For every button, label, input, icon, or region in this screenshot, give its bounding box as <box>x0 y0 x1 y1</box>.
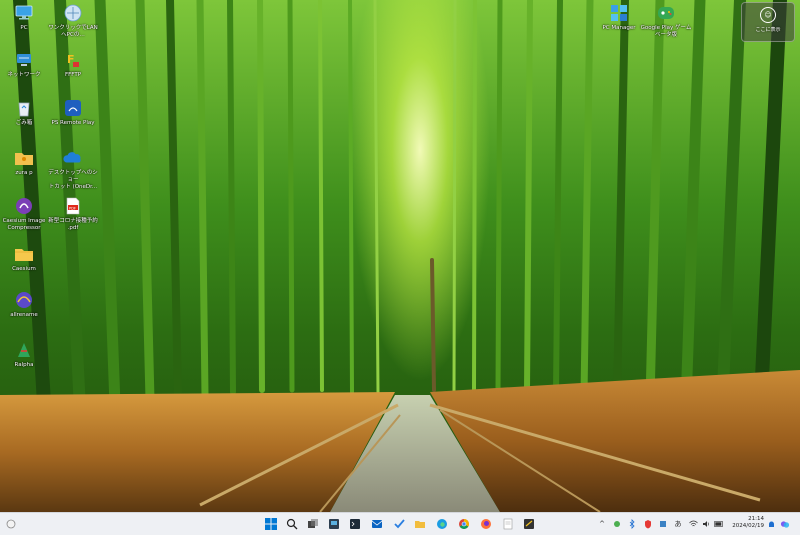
person-circle-icon: ☺ <box>760 7 776 23</box>
desktop-icon-lan-shortcut[interactable]: ワンクリックでLAN へPCの… <box>47 3 99 39</box>
widget-label: ここに表示 <box>755 27 781 33</box>
remote-play-icon <box>63 98 83 118</box>
desktop-icon-label: PC <box>20 25 28 31</box>
clock[interactable]: 21:14 2024/02/19 <box>728 516 764 530</box>
edge-icon[interactable] <box>434 516 450 532</box>
file-explorer-icon[interactable] <box>412 516 428 532</box>
network-icon <box>14 50 34 70</box>
desktop-app-icon[interactable] <box>326 516 342 532</box>
desktop-icon-ralpha[interactable]: Ralpha <box>0 340 50 369</box>
notepad-icon[interactable] <box>500 516 516 532</box>
security-icon[interactable] <box>643 518 653 530</box>
desktop-icon-label: 新型コロナ接種予約 .pdf <box>48 218 98 231</box>
start-button[interactable] <box>263 516 279 532</box>
pdf-icon: PDF <box>63 196 83 216</box>
recycle-bin-icon <box>14 98 34 118</box>
todo-icon[interactable] <box>391 516 407 532</box>
wifi-icon[interactable] <box>688 518 698 530</box>
chrome-icon[interactable] <box>456 516 472 532</box>
bamboo-forest-wallpaper <box>0 0 800 512</box>
document-icon <box>63 3 83 23</box>
folder-icon <box>14 244 34 264</box>
desktop-icon-ffftp[interactable]: F FFFTP <box>47 50 99 79</box>
copilot-icon[interactable] <box>780 518 790 530</box>
battery-icon[interactable] <box>714 518 724 530</box>
desktop-icon-label: allrename <box>10 312 38 318</box>
taskbar: ^ あ 21:14 2024/02/19 <box>0 512 800 535</box>
desktop-icon-network[interactable]: ネットワーク <box>0 50 50 79</box>
show-hidden-icons-chevron[interactable]: ^ <box>597 518 607 530</box>
clock-time: 21:14 <box>748 516 764 522</box>
ftp-icon: F <box>63 50 83 70</box>
ralpha-icon <box>14 340 34 360</box>
desktop-icon-label: ワンクリックでLAN へPCの… <box>48 25 98 38</box>
desktop-icon-google-play-games[interactable]: Google Play ゲーム ベータ版 <box>640 3 692 39</box>
desktop-icon-label: ごみ箱 <box>15 120 33 126</box>
desktop-icon-label: Caesium Image Compressor <box>2 218 46 231</box>
desktop-icon-onedrive-shortcut[interactable]: デスクトップへのショー トカット (OneDr... <box>47 148 99 191</box>
firefox-icon[interactable] <box>478 516 494 532</box>
ime-indicator[interactable]: あ <box>673 518 683 530</box>
widget-button[interactable]: ☺ ここに表示 <box>741 2 795 42</box>
clock-date: 2024/02/19 <box>732 523 764 529</box>
weather-widget-icon[interactable] <box>3 516 19 532</box>
tray-app-icon[interactable] <box>612 518 622 530</box>
desktop[interactable]: PC ネットワーク ごみ箱 zura p Caesium Image Compr… <box>0 0 800 512</box>
svg-text:PDF: PDF <box>69 206 76 210</box>
desktop-icon-label: PS Remote Play <box>51 120 95 126</box>
desktop-icon-label: zura p <box>15 170 33 176</box>
pc-manager-icon <box>609 3 629 23</box>
google-play-games-icon <box>656 3 676 23</box>
desktop-icon-zura-p[interactable]: zura p <box>0 148 50 177</box>
desktop-icon-allrename[interactable]: allrename <box>0 290 50 319</box>
tray-app-icon-2[interactable] <box>658 518 668 530</box>
desktop-icon-caesium-compressor[interactable]: Caesium Image Compressor <box>0 196 50 232</box>
desktop-icon-label: Ralpha <box>14 362 34 368</box>
desktop-icon-label: ネットワーク <box>7 72 41 78</box>
pc-icon <box>14 3 34 23</box>
volume-icon[interactable] <box>701 518 711 530</box>
desktop-icon-caesium-folder[interactable]: Caesium <box>0 244 50 273</box>
folder-user-icon <box>14 148 34 168</box>
app-icon[interactable] <box>521 516 537 532</box>
allrename-icon <box>14 290 34 310</box>
outlook-icon[interactable] <box>369 516 385 532</box>
desktop-icon-label: Google Play ゲーム ベータ版 <box>640 25 692 38</box>
terminal-icon[interactable] <box>347 516 363 532</box>
caesium-app-icon <box>14 196 34 216</box>
task-view-icon[interactable] <box>305 516 321 532</box>
desktop-icon-label: デスクトップへのショー トカット (OneDr... <box>48 170 98 190</box>
notification-bell-icon[interactable] <box>766 518 776 530</box>
onedrive-icon <box>63 148 83 168</box>
desktop-icon-label: FFFTP <box>64 72 82 78</box>
desktop-icon-ps-remote-play[interactable]: PS Remote Play <box>47 98 99 127</box>
desktop-icon-label: PC Manager <box>602 25 636 31</box>
search-icon[interactable] <box>284 516 300 532</box>
bluetooth-icon[interactable] <box>627 518 637 530</box>
desktop-icon-pc-manager[interactable]: PC Manager <box>593 3 645 32</box>
desktop-icon-recycle-bin[interactable]: ごみ箱 <box>0 98 50 127</box>
desktop-icon-pc[interactable]: PC <box>0 3 50 32</box>
desktop-icon-label: Caesium <box>12 266 36 272</box>
desktop-icon-pdf[interactable]: PDF 新型コロナ接種予約 .pdf <box>47 196 99 232</box>
